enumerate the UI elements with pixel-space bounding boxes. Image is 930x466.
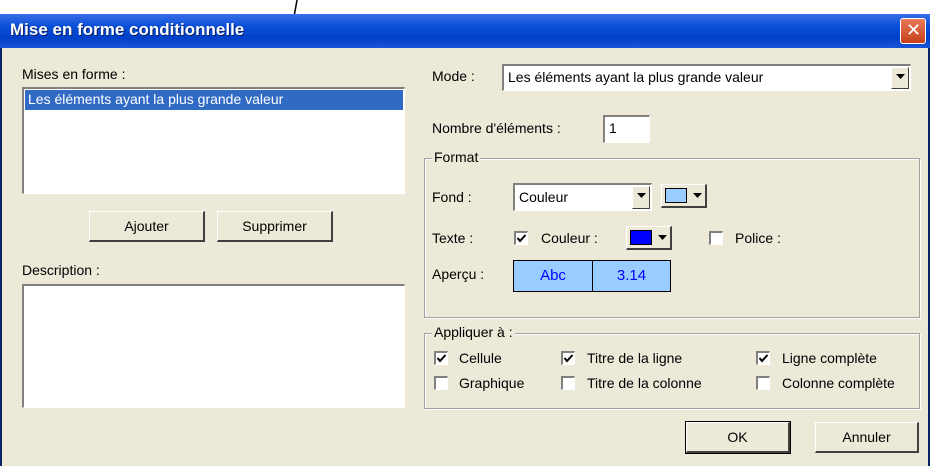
mode-dropdown-button[interactable] (891, 67, 909, 89)
preview-label: Aperçu : (432, 266, 485, 282)
apply-group (424, 333, 920, 409)
format-group (424, 158, 920, 318)
apply-cell-checkbox[interactable] (434, 351, 448, 365)
apply-column-title-label: Titre de la colonne (587, 375, 702, 391)
checkmark-icon (516, 234, 527, 243)
text-color-button[interactable] (626, 226, 672, 250)
apply-full-row-label: Ligne complète (782, 350, 877, 366)
format-group-title: Format (432, 149, 481, 165)
cancel-button[interactable]: Annuler (815, 422, 919, 453)
formats-label: Mises en forme : (22, 66, 126, 82)
background-select-value: Couleur (519, 189, 569, 205)
title-bar[interactable]: Mise en forme conditionnelle ✕ (0, 14, 930, 48)
close-button[interactable]: ✕ (900, 18, 926, 44)
ok-button[interactable]: OK (685, 421, 791, 454)
count-input[interactable]: 1 (603, 115, 650, 143)
remove-button[interactable]: Supprimer (217, 211, 333, 242)
text-color-swatch (630, 230, 652, 245)
background-color-swatch (665, 188, 687, 203)
apply-row-title-label: Titre de la ligne (587, 350, 683, 366)
add-button[interactable]: Ajouter (89, 211, 205, 242)
chevron-down-icon (896, 74, 905, 79)
apply-chart-label: Graphique (459, 375, 525, 391)
font-checkbox-label: Police : (735, 230, 781, 246)
mode-select[interactable]: Les éléments ayant la plus grande valeur (502, 64, 911, 91)
count-value: 1 (609, 120, 617, 136)
apply-row-title-checkbox[interactable] (561, 351, 575, 365)
apply-chart-checkbox[interactable] (434, 376, 448, 390)
mode-label: Mode : (432, 68, 475, 84)
formats-list[interactable]: Les éléments ayant la plus grande valeur (22, 87, 405, 194)
text-color-checkbox-label: Couleur : (541, 230, 598, 246)
font-checkbox[interactable] (709, 231, 723, 245)
list-item-selected[interactable]: Les éléments ayant la plus grande valeur (25, 90, 403, 110)
checkmark-icon (758, 354, 769, 363)
background-dropdown-button[interactable] (632, 186, 650, 209)
apply-group-title: Appliquer à : (432, 324, 515, 340)
checkmark-icon (436, 354, 447, 363)
window-title: Mise en forme conditionnelle (10, 20, 245, 39)
apply-full-column-label: Colonne complète (782, 375, 895, 391)
preview-text-cell: Abc (513, 260, 593, 292)
text-color-checkbox[interactable] (514, 231, 528, 245)
count-label: Nombre d'éléments : (432, 120, 561, 136)
description-textarea[interactable] (22, 284, 405, 408)
apply-full-column-checkbox[interactable] (756, 376, 770, 390)
background-label: Fond : (432, 189, 472, 205)
chevron-down-icon (693, 193, 702, 198)
chevron-down-icon (637, 193, 646, 198)
description-label: Description : (22, 262, 100, 278)
close-icon: ✕ (906, 20, 922, 40)
checkmark-icon (563, 354, 574, 363)
list-item-label: Les éléments ayant la plus grande valeur (28, 91, 284, 107)
background-select[interactable]: Couleur (513, 183, 652, 211)
apply-column-title-checkbox[interactable] (561, 376, 575, 390)
apply-cell-label: Cellule (459, 350, 502, 366)
text-label: Texte : (432, 230, 474, 246)
preview-number-cell: 3.14 (592, 260, 671, 292)
background-color-button[interactable] (661, 184, 707, 208)
mode-select-value: Les éléments ayant la plus grande valeur (508, 69, 764, 85)
apply-full-row-checkbox[interactable] (756, 351, 770, 365)
chevron-down-icon (658, 235, 667, 240)
